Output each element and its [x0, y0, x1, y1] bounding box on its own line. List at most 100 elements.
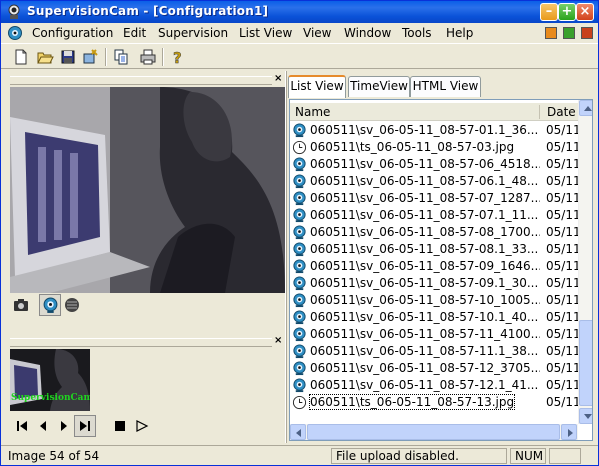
list-item[interactable]: 060511\sv_06-05-11_08-57-08_1700... 05/1…: [290, 224, 578, 241]
next-frame-icon[interactable]: [54, 416, 74, 436]
document-window-icon[interactable]: [7, 25, 23, 41]
list-item[interactable]: 060511\sv_06-05-11_08-57-11_4100... 05/1…: [290, 326, 578, 343]
close-icon: ×: [579, 4, 591, 19]
list-item[interactable]: 060511\sv_06-05-11_08-57-10_1005... 05/1…: [290, 292, 578, 309]
thumbnail-panel-close-icon[interactable]: ×: [274, 336, 282, 346]
new-icon[interactable]: [11, 47, 31, 67]
file-name: 060511\sv_06-05-11_08-57-07_1287...: [310, 191, 540, 205]
list-item[interactable]: 060511\sv_06-05-11_08-57-09_1646... 05/1…: [290, 258, 578, 275]
maximize-icon: +: [561, 4, 573, 19]
close-button[interactable]: ×: [576, 3, 594, 21]
menu-view[interactable]: View: [303, 26, 331, 40]
mdi-close-button[interactable]: [581, 27, 593, 39]
list-item[interactable]: 060511\sv_06-05-11_08-57-07_1287... 05/1…: [290, 190, 578, 207]
menu-configuration[interactable]: Configuration: [32, 26, 113, 40]
print-icon[interactable]: [138, 47, 158, 67]
first-frame-icon[interactable]: [12, 416, 32, 436]
file-list[interactable]: Name Date 060511\sv_06-05-11_08-57-01.1_…: [289, 99, 593, 441]
list-item[interactable]: 060511\sv_06-05-11_08-57-10.1_40... 05/1…: [290, 309, 578, 326]
thumbnail-panel-header[interactable]: [10, 338, 272, 347]
scroll-left-button[interactable]: [290, 424, 306, 440]
file-date: 05/11: [546, 174, 578, 188]
toolbar-separator: [162, 48, 164, 66]
horizontal-scroll-thumb[interactable]: [307, 424, 560, 440]
title-bar[interactable]: SupervisionCam - [Configuration1] – + ×: [1, 1, 598, 23]
minimize-button[interactable]: –: [540, 3, 558, 21]
video-panel-header[interactable]: [10, 76, 272, 85]
file-name: 060511\sv_06-05-11_08-57-11.1_38...: [310, 344, 539, 358]
file-date: 05/11: [546, 276, 578, 290]
menu-window[interactable]: Window: [344, 26, 391, 40]
column-separator[interactable]: [539, 105, 540, 119]
list-item[interactable]: 060511\sv_06-05-11_08-57-07.1_11... 05/1…: [290, 207, 578, 224]
tab-time-view[interactable]: TimeView: [348, 76, 410, 97]
list-item[interactable]: 060511\sv_06-05-11_08-57-09.1_30... 05/1…: [290, 275, 578, 292]
mdi-restore-button[interactable]: [563, 27, 575, 39]
live-video-feed: [10, 87, 285, 293]
tab-list-view[interactable]: List View: [288, 75, 346, 98]
vertical-scrollbar[interactable]: [578, 100, 592, 424]
scroll-down-button[interactable]: [579, 408, 592, 424]
list-item-selected[interactable]: 060511\ts_06-05-11_08-57-13.jpg 05/11: [290, 394, 578, 411]
list-item[interactable]: 060511\sv_06-05-11_08-57-06_4518... 05/1…: [290, 156, 578, 173]
image-counter-status: Image 54 of 54: [8, 449, 100, 463]
scroll-right-button[interactable]: [561, 424, 577, 440]
video-panel-close-icon[interactable]: ×: [274, 74, 282, 84]
scroll-up-button[interactable]: [579, 100, 592, 116]
pane-splitter[interactable]: [285, 71, 287, 443]
camera-icon: [293, 242, 306, 257]
camera-icon: [293, 123, 306, 138]
chevron-up-icon: [584, 106, 592, 111]
file-name: 060511\sv_06-05-11_08-57-10_1005...: [310, 293, 540, 307]
app-camera-icon[interactable]: [6, 4, 22, 20]
list-header: Name Date: [290, 103, 578, 121]
snapshot-camera-icon[interactable]: [13, 298, 29, 312]
list-item[interactable]: 060511\sv_06-05-11_08-57-11.1_38... 05/1…: [290, 343, 578, 360]
list-item[interactable]: 060511\sv_06-05-11_08-57-06.1_48... 05/1…: [290, 173, 578, 190]
menu-edit[interactable]: Edit: [123, 26, 146, 40]
app-window: SupervisionCam - [Configuration1] – + × …: [0, 0, 599, 466]
vertical-scroll-thumb[interactable]: [579, 320, 592, 406]
list-item[interactable]: 060511\sv_06-05-11_08-57-08.1_33... 05/1…: [290, 241, 578, 258]
last-frame-button[interactable]: [74, 415, 96, 437]
copy-icon[interactable]: [111, 47, 131, 67]
camera-icon: [293, 259, 306, 274]
camera-icon: [293, 208, 306, 223]
tv-source-icon[interactable]: [63, 296, 81, 314]
column-name-header[interactable]: Name: [295, 105, 330, 119]
file-date: 05/11: [546, 259, 578, 273]
file-date: 05/11: [546, 140, 578, 154]
menu-bar: Configuration Edit Supervision List View…: [1, 23, 598, 43]
help-icon[interactable]: ?: [168, 47, 188, 67]
tab-html-view[interactable]: HTML View: [410, 76, 481, 97]
webcam-source-button[interactable]: [39, 294, 61, 316]
maximize-button[interactable]: +: [558, 3, 576, 21]
menu-tools[interactable]: Tools: [402, 26, 432, 40]
list-item[interactable]: 060511\sv_06-05-11_08-57-12_3705... 05/1…: [290, 360, 578, 377]
list-item[interactable]: 060511\ts_06-05-11_08-57-03.jpg 05/11: [290, 139, 578, 156]
menu-list-view[interactable]: List View: [239, 26, 292, 40]
status-pane-empty: [549, 448, 581, 464]
open-icon[interactable]: [35, 47, 55, 67]
file-date: 05/11: [546, 293, 578, 307]
file-date: 05/11: [546, 123, 578, 137]
wizard-icon[interactable]: [81, 47, 101, 67]
list-item[interactable]: 060511\sv_06-05-11_08-57-12.1_41... 05/1…: [290, 377, 578, 394]
horizontal-scrollbar[interactable]: [290, 424, 578, 440]
chevron-down-icon: [584, 414, 592, 419]
file-name: 060511\sv_06-05-11_08-57-08_1700...: [310, 225, 540, 239]
image-thumbnail[interactable]: SupervisionCam: [10, 349, 90, 411]
save-icon[interactable]: [58, 47, 78, 67]
play-icon[interactable]: [132, 416, 152, 436]
column-date-header[interactable]: Date: [547, 105, 576, 119]
camera-icon: [293, 327, 306, 342]
mdi-minimize-button[interactable]: [545, 27, 557, 39]
stop-icon[interactable]: [110, 416, 130, 436]
file-date: 05/11: [546, 344, 578, 358]
menu-help[interactable]: Help: [446, 26, 473, 40]
svg-text:?: ?: [173, 49, 182, 67]
list-item[interactable]: 060511\sv_06-05-11_08-57-01.1_36... 05/1…: [290, 122, 578, 139]
file-name: 060511\sv_06-05-11_08-57-06_4518...: [310, 157, 540, 171]
menu-supervision[interactable]: Supervision: [158, 26, 228, 40]
previous-frame-icon[interactable]: [33, 416, 53, 436]
